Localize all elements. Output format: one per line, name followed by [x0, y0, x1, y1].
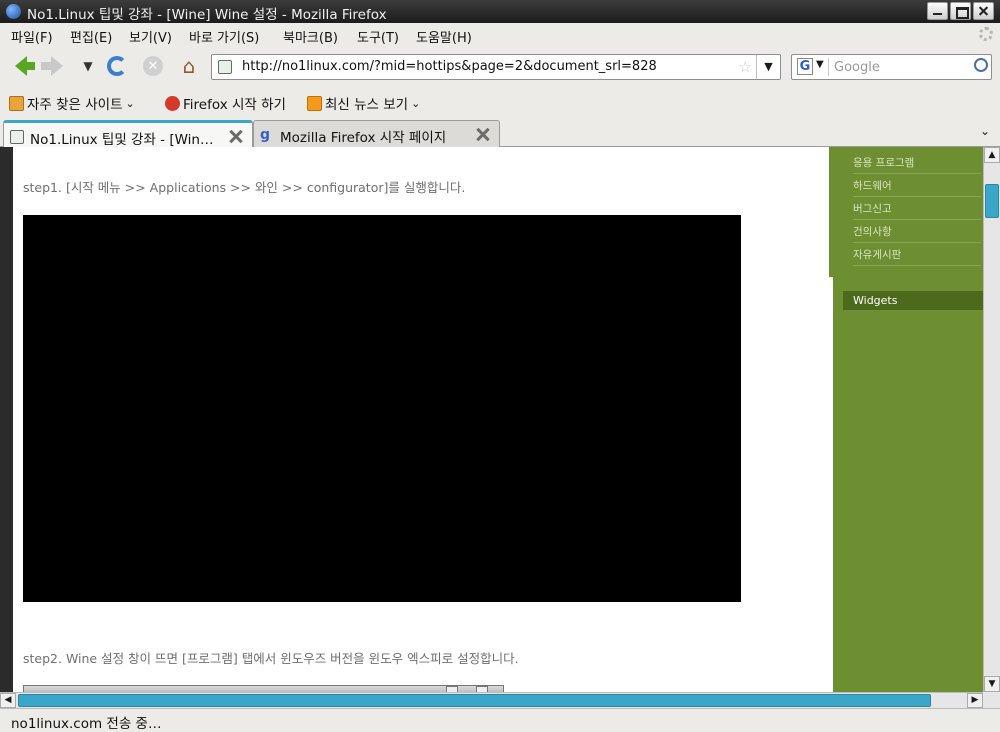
close-tab-icon[interactable] — [475, 126, 491, 142]
tab-no1linux[interactable]: No1.Linux 팁및 강좌 - [Win… — [3, 120, 253, 148]
menu-file[interactable]: 파일(F) — [11, 27, 53, 46]
activity-throbber-icon — [979, 27, 993, 41]
bookmark-star-icon[interactable]: ☆ — [739, 58, 752, 76]
url-bar[interactable]: http://no1linux.com/?mid=hottips&page=2&… — [211, 54, 781, 80]
rss-feed-icon — [307, 95, 322, 111]
sidebar-notch — [829, 147, 833, 277]
close-window-button[interactable] — [973, 2, 994, 20]
site-favicon-icon — [10, 130, 24, 144]
tab-label: Mozilla Firefox 시작 페이지 — [280, 130, 447, 146]
sidebar-item-bug-report[interactable]: 버그신고 — [853, 197, 981, 220]
sidebar-item-hardware[interactable]: 하드웨어 — [853, 174, 981, 197]
search-engine-selector[interactable]: G ▼ — [795, 58, 829, 76]
horizontal-scroll-thumb[interactable] — [18, 694, 931, 707]
chevron-down-icon: ⌄ — [125, 96, 135, 110]
status-bar: no1linux.com 전송 중… — [0, 708, 1000, 732]
firefox-bookmark-icon — [165, 95, 180, 111]
forward-button[interactable] — [41, 52, 71, 80]
chevron-down-icon: ▼ — [816, 59, 824, 70]
window-left-edge — [0, 147, 13, 692]
scroll-corner — [983, 692, 1000, 708]
maximize-button[interactable] — [950, 2, 971, 20]
bookmark-getting-started[interactable]: Firefox 시작 하기 — [165, 93, 286, 113]
bookmark-label: 최신 뉴스 보기 — [325, 97, 409, 113]
menu-tools[interactable]: 도구(T) — [357, 27, 399, 46]
step2-text: step2. Wine 설정 창이 뜨면 [프로그램] 탭에서 윈도우즈 버전을… — [23, 651, 519, 666]
bookmarks-toolbar: 자주 찾은 사이트 ⌄ Firefox 시작 하기 최신 뉴스 보기 ⌄ — [0, 85, 1000, 116]
chevron-down-icon: ⌄ — [411, 96, 421, 110]
scroll-right-button[interactable]: ▶ — [967, 693, 983, 708]
window-titlebar: No1.Linux 팁및 강좌 - [Wine] Wine 설정 - Mozil… — [0, 0, 1000, 23]
navigation-toolbar: ▼ ✕ ⌂ http://no1linux.com/?mid=hottips&p… — [0, 47, 1000, 85]
browser-chrome: 파일(F) 편집(E) 보기(V) 바로 가기(S) 북마크(B) 도구(T) … — [0, 23, 1000, 148]
scroll-up-button[interactable]: ▲ — [984, 147, 1000, 163]
minimize-button[interactable] — [927, 2, 948, 20]
google-engine-icon: G — [797, 58, 813, 75]
window-controls — [927, 2, 994, 20]
sidebar-widgets-header[interactable]: Widgets — [843, 291, 983, 310]
tab-list-chevron-icon[interactable]: ⌄ — [980, 124, 990, 138]
menu-go[interactable]: 바로 가기(S) — [189, 27, 259, 46]
url-text[interactable]: http://no1linux.com/?mid=hottips&page=2&… — [242, 59, 657, 74]
bookmark-most-visited[interactable]: 자주 찾은 사이트 ⌄ — [9, 93, 135, 113]
horizontal-scrollbar[interactable]: ◀ ▶ — [0, 692, 983, 708]
close-tab-icon[interactable] — [228, 128, 244, 144]
sidebar-item-free-board[interactable]: 자유게시판 — [853, 243, 981, 266]
bookmark-label: Firefox 시작 하기 — [183, 97, 286, 113]
step1-text: step1. [시작 메뉴 >> Applications >> 와인 >> c… — [23, 180, 466, 195]
scroll-left-button[interactable]: ◀ — [0, 693, 16, 708]
bookmark-label: 자주 찾은 사이트 — [27, 97, 123, 113]
menubar: 파일(F) 편집(E) 보기(V) 바로 가기(S) 북마크(B) 도구(T) … — [0, 23, 1000, 47]
tab-label: No1.Linux 팁및 강좌 - [Win… — [30, 132, 214, 148]
menu-edit[interactable]: 편집(E) — [70, 27, 112, 46]
reload-button[interactable] — [103, 52, 131, 80]
tab-strip: No1.Linux 팁및 강좌 - [Win… g Mozilla Firefo… — [0, 116, 1000, 148]
sidebar-menu: 응용 프로그램 하드웨어 버그신고 건의사항 자유게시판 Widgets — [829, 147, 983, 692]
menu-bookmarks[interactable]: 북마크(B) — [283, 27, 338, 46]
stop-icon: ✕ — [143, 56, 163, 76]
page-content: step1. [시작 메뉴 >> Applications >> 와인 >> c… — [13, 147, 983, 692]
home-icon: ⌂ — [182, 54, 196, 78]
sidebar-item-suggestions[interactable]: 건의사항 — [853, 220, 981, 243]
google-favicon-icon: g — [260, 127, 271, 143]
history-dropdown-button[interactable]: ▼ — [74, 52, 102, 80]
reload-icon — [107, 56, 127, 76]
url-history-dropdown[interactable]: ▼ — [756, 55, 780, 79]
back-button[interactable] — [7, 52, 35, 80]
search-icon[interactable] — [974, 58, 988, 72]
wine-config-window-image — [23, 685, 504, 692]
vertical-scroll-thumb[interactable] — [985, 184, 999, 218]
smart-folder-icon — [9, 95, 24, 111]
search-bar[interactable]: G ▼ Google — [791, 54, 992, 80]
search-input[interactable]: Google — [834, 60, 880, 75]
site-favicon-icon — [218, 60, 232, 74]
home-button[interactable]: ⌂ — [175, 52, 203, 80]
chevron-down-icon: ▼ — [83, 59, 93, 73]
menu-view[interactable]: 보기(V) — [129, 27, 172, 46]
window-title: No1.Linux 팁및 강좌 - [Wine] Wine 설정 - Mozil… — [27, 7, 387, 23]
status-text: no1linux.com 전송 중… — [11, 716, 162, 732]
sidebar-item-applications[interactable]: 응용 프로그램 — [853, 151, 981, 174]
forward-arrow-icon — [41, 56, 63, 76]
vertical-scrollbar[interactable]: ▲ ▼ — [983, 147, 1000, 692]
scroll-down-button[interactable]: ▼ — [984, 676, 1000, 692]
bookmark-latest-headlines[interactable]: 최신 뉴스 보기 ⌄ — [307, 93, 420, 113]
menu-help[interactable]: 도움말(H) — [416, 27, 472, 46]
screenshot-image — [23, 215, 741, 602]
tab-firefox-start[interactable]: g Mozilla Firefox 시작 페이지 — [253, 120, 500, 147]
back-arrow-icon — [15, 56, 35, 76]
firefox-app-icon — [6, 4, 21, 19]
stop-button[interactable]: ✕ — [139, 52, 167, 80]
